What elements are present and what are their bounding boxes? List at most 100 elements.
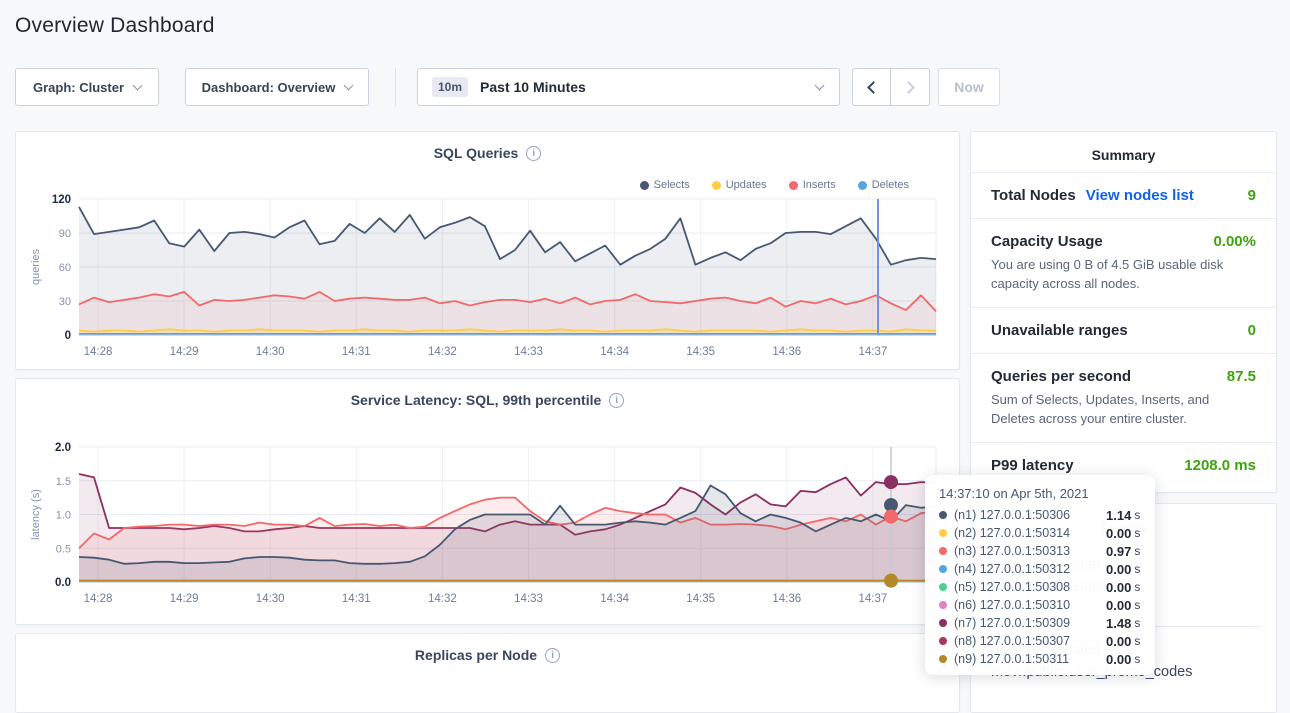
tooltip-row: (n7) 127.0.0.1:503091.48s xyxy=(939,614,1141,632)
svg-text:14:31: 14:31 xyxy=(342,346,371,358)
tooltip-unit: s xyxy=(1134,652,1140,666)
chevron-left-icon xyxy=(867,81,880,94)
chevron-down-icon xyxy=(815,80,825,90)
svg-text:14:28: 14:28 xyxy=(84,346,113,358)
time-range-select[interactable]: 10m Past 10 Minutes xyxy=(417,68,840,106)
series-dot-icon xyxy=(939,619,947,627)
total-nodes-label: Total Nodes xyxy=(991,187,1076,204)
svg-text:0.5: 0.5 xyxy=(56,543,71,555)
summary-panel: Summary Total Nodes View nodes list 9 Ca… xyxy=(970,131,1277,493)
tooltip-node-label: (n5) 127.0.0.1:50308 xyxy=(954,580,1106,594)
svg-text:0: 0 xyxy=(65,330,71,342)
info-icon[interactable]: i xyxy=(526,146,541,161)
svg-text:60: 60 xyxy=(59,262,71,274)
page-title: Overview Dashboard xyxy=(15,14,215,38)
chevron-down-icon xyxy=(344,80,354,90)
time-range-label: Past 10 Minutes xyxy=(480,79,586,95)
unavailable-ranges-label: Unavailable ranges xyxy=(991,322,1128,339)
qps-desc: Sum of Selects, Updates, Inserts, and De… xyxy=(991,390,1256,428)
series-dot-icon xyxy=(939,637,947,645)
now-button[interactable]: Now xyxy=(938,68,1000,106)
svg-text:0.0: 0.0 xyxy=(55,577,71,589)
tooltip-unit: s xyxy=(1134,598,1140,612)
qps-value: 87.5 xyxy=(1227,368,1256,385)
tooltip-unit: s xyxy=(1134,580,1140,594)
tooltip-node-label: (n6) 127.0.0.1:50310 xyxy=(954,598,1106,612)
info-icon[interactable]: i xyxy=(545,648,560,663)
qps-label: Queries per second xyxy=(991,368,1131,385)
capacity-usage-stat: Capacity Usage 0.00% You are using 0 B o… xyxy=(971,218,1276,307)
series-dot-icon xyxy=(939,583,947,591)
svg-text:2.0: 2.0 xyxy=(55,442,71,454)
svg-text:14:34: 14:34 xyxy=(600,593,629,605)
unavailable-ranges-stat: Unavailable ranges 0 xyxy=(971,307,1276,353)
series-dot-icon xyxy=(939,547,947,555)
svg-text:14:34: 14:34 xyxy=(600,346,629,358)
svg-text:14:36: 14:36 xyxy=(772,346,801,358)
tooltip-unit: s xyxy=(1134,526,1140,540)
tooltip-value: 0.00 xyxy=(1106,634,1131,649)
tooltip-node-label: (n9) 127.0.0.1:50311 xyxy=(954,652,1106,666)
total-nodes-value: 9 xyxy=(1248,187,1256,204)
series-dot-icon xyxy=(939,511,947,519)
time-next-button[interactable] xyxy=(891,68,930,106)
replicas-title: Replicas per Node xyxy=(415,647,537,663)
tooltip-unit: s xyxy=(1134,508,1140,522)
p99-latency-value: 1208.0 ms xyxy=(1184,457,1256,474)
tooltip-row: (n6) 127.0.0.1:503100.00s xyxy=(939,596,1141,614)
capacity-usage-label: Capacity Usage xyxy=(991,233,1103,250)
graph-scope-dropdown[interactable]: Graph: Cluster xyxy=(15,68,159,106)
view-nodes-list-link[interactable]: View nodes list xyxy=(1086,187,1194,204)
total-nodes-stat: Total Nodes View nodes list 9 xyxy=(971,172,1276,218)
chart-hover-tooltip: 14:37:10 on Apr 5th, 2021 (n1) 127.0.0.1… xyxy=(925,475,1155,675)
svg-text:30: 30 xyxy=(59,296,71,308)
tooltip-node-label: (n2) 127.0.0.1:50314 xyxy=(954,526,1106,540)
service-latency-chart[interactable]: 0.00.51.01.52.014:2814:2914:3014:3114:32… xyxy=(16,435,961,615)
svg-text:14:29: 14:29 xyxy=(170,593,199,605)
tooltip-value: 1.48 xyxy=(1106,616,1131,631)
tooltip-row: (n1) 127.0.0.1:503061.14s xyxy=(939,506,1141,524)
graph-scope-label: Graph: Cluster xyxy=(33,80,124,95)
info-icon[interactable]: i xyxy=(609,393,624,408)
summary-title: Summary xyxy=(971,132,1276,172)
capacity-usage-value: 0.00% xyxy=(1213,233,1256,250)
dashboard-label: Dashboard: Overview xyxy=(202,80,336,95)
svg-text:14:35: 14:35 xyxy=(686,593,715,605)
tooltip-value: 0.00 xyxy=(1106,580,1131,595)
p99-latency-label: P99 latency xyxy=(991,457,1074,474)
time-range-badge: 10m xyxy=(432,77,468,97)
tooltip-value: 0.97 xyxy=(1106,544,1131,559)
service-latency-panel: Service Latency: SQL, 99th percentile i … xyxy=(15,378,960,625)
svg-text:14:37: 14:37 xyxy=(859,346,888,358)
svg-text:14:32: 14:32 xyxy=(428,593,457,605)
tooltip-node-label: (n8) 127.0.0.1:50307 xyxy=(954,634,1106,648)
service-latency-title: Service Latency: SQL, 99th percentile xyxy=(351,392,602,408)
chevron-down-icon xyxy=(133,80,143,90)
replicas-panel: Replicas per Node i xyxy=(15,633,960,713)
tooltip-node-label: (n3) 127.0.0.1:50313 xyxy=(954,544,1106,558)
svg-text:14:30: 14:30 xyxy=(256,593,285,605)
sql-queries-chart[interactable]: 030609012014:2814:2914:3014:3114:3214:33… xyxy=(16,188,961,368)
tooltip-unit: s xyxy=(1134,634,1140,648)
tooltip-value: 0.00 xyxy=(1106,652,1131,667)
tooltip-rows: (n1) 127.0.0.1:503061.14s (n2) 127.0.0.1:… xyxy=(939,506,1141,668)
tooltip-row: (n9) 127.0.0.1:503110.00s xyxy=(939,650,1141,668)
replicas-title-row: Replicas per Node i xyxy=(16,647,959,663)
svg-text:14:32: 14:32 xyxy=(428,346,457,358)
capacity-usage-desc: You are using 0 B of 4.5 GiB usable disk… xyxy=(991,255,1256,293)
dashboard-dropdown[interactable]: Dashboard: Overview xyxy=(185,68,369,106)
tooltip-unit: s xyxy=(1134,616,1140,630)
svg-text:1.0: 1.0 xyxy=(56,510,71,522)
tooltip-unit: s xyxy=(1134,544,1140,558)
tooltip-row: (n3) 127.0.0.1:503130.97s xyxy=(939,542,1141,560)
series-dot-icon xyxy=(939,601,947,609)
qps-stat: Queries per second 87.5 Sum of Selects, … xyxy=(971,353,1276,442)
svg-text:14:36: 14:36 xyxy=(772,593,801,605)
svg-text:1.5: 1.5 xyxy=(56,476,71,488)
svg-text:14:33: 14:33 xyxy=(514,593,543,605)
svg-text:90: 90 xyxy=(59,228,71,240)
sql-queries-title-row: SQL Queries i xyxy=(16,145,959,161)
chevron-right-icon xyxy=(902,81,915,94)
tooltip-node-label: (n4) 127.0.0.1:50312 xyxy=(954,562,1106,576)
time-prev-button[interactable] xyxy=(852,68,891,106)
